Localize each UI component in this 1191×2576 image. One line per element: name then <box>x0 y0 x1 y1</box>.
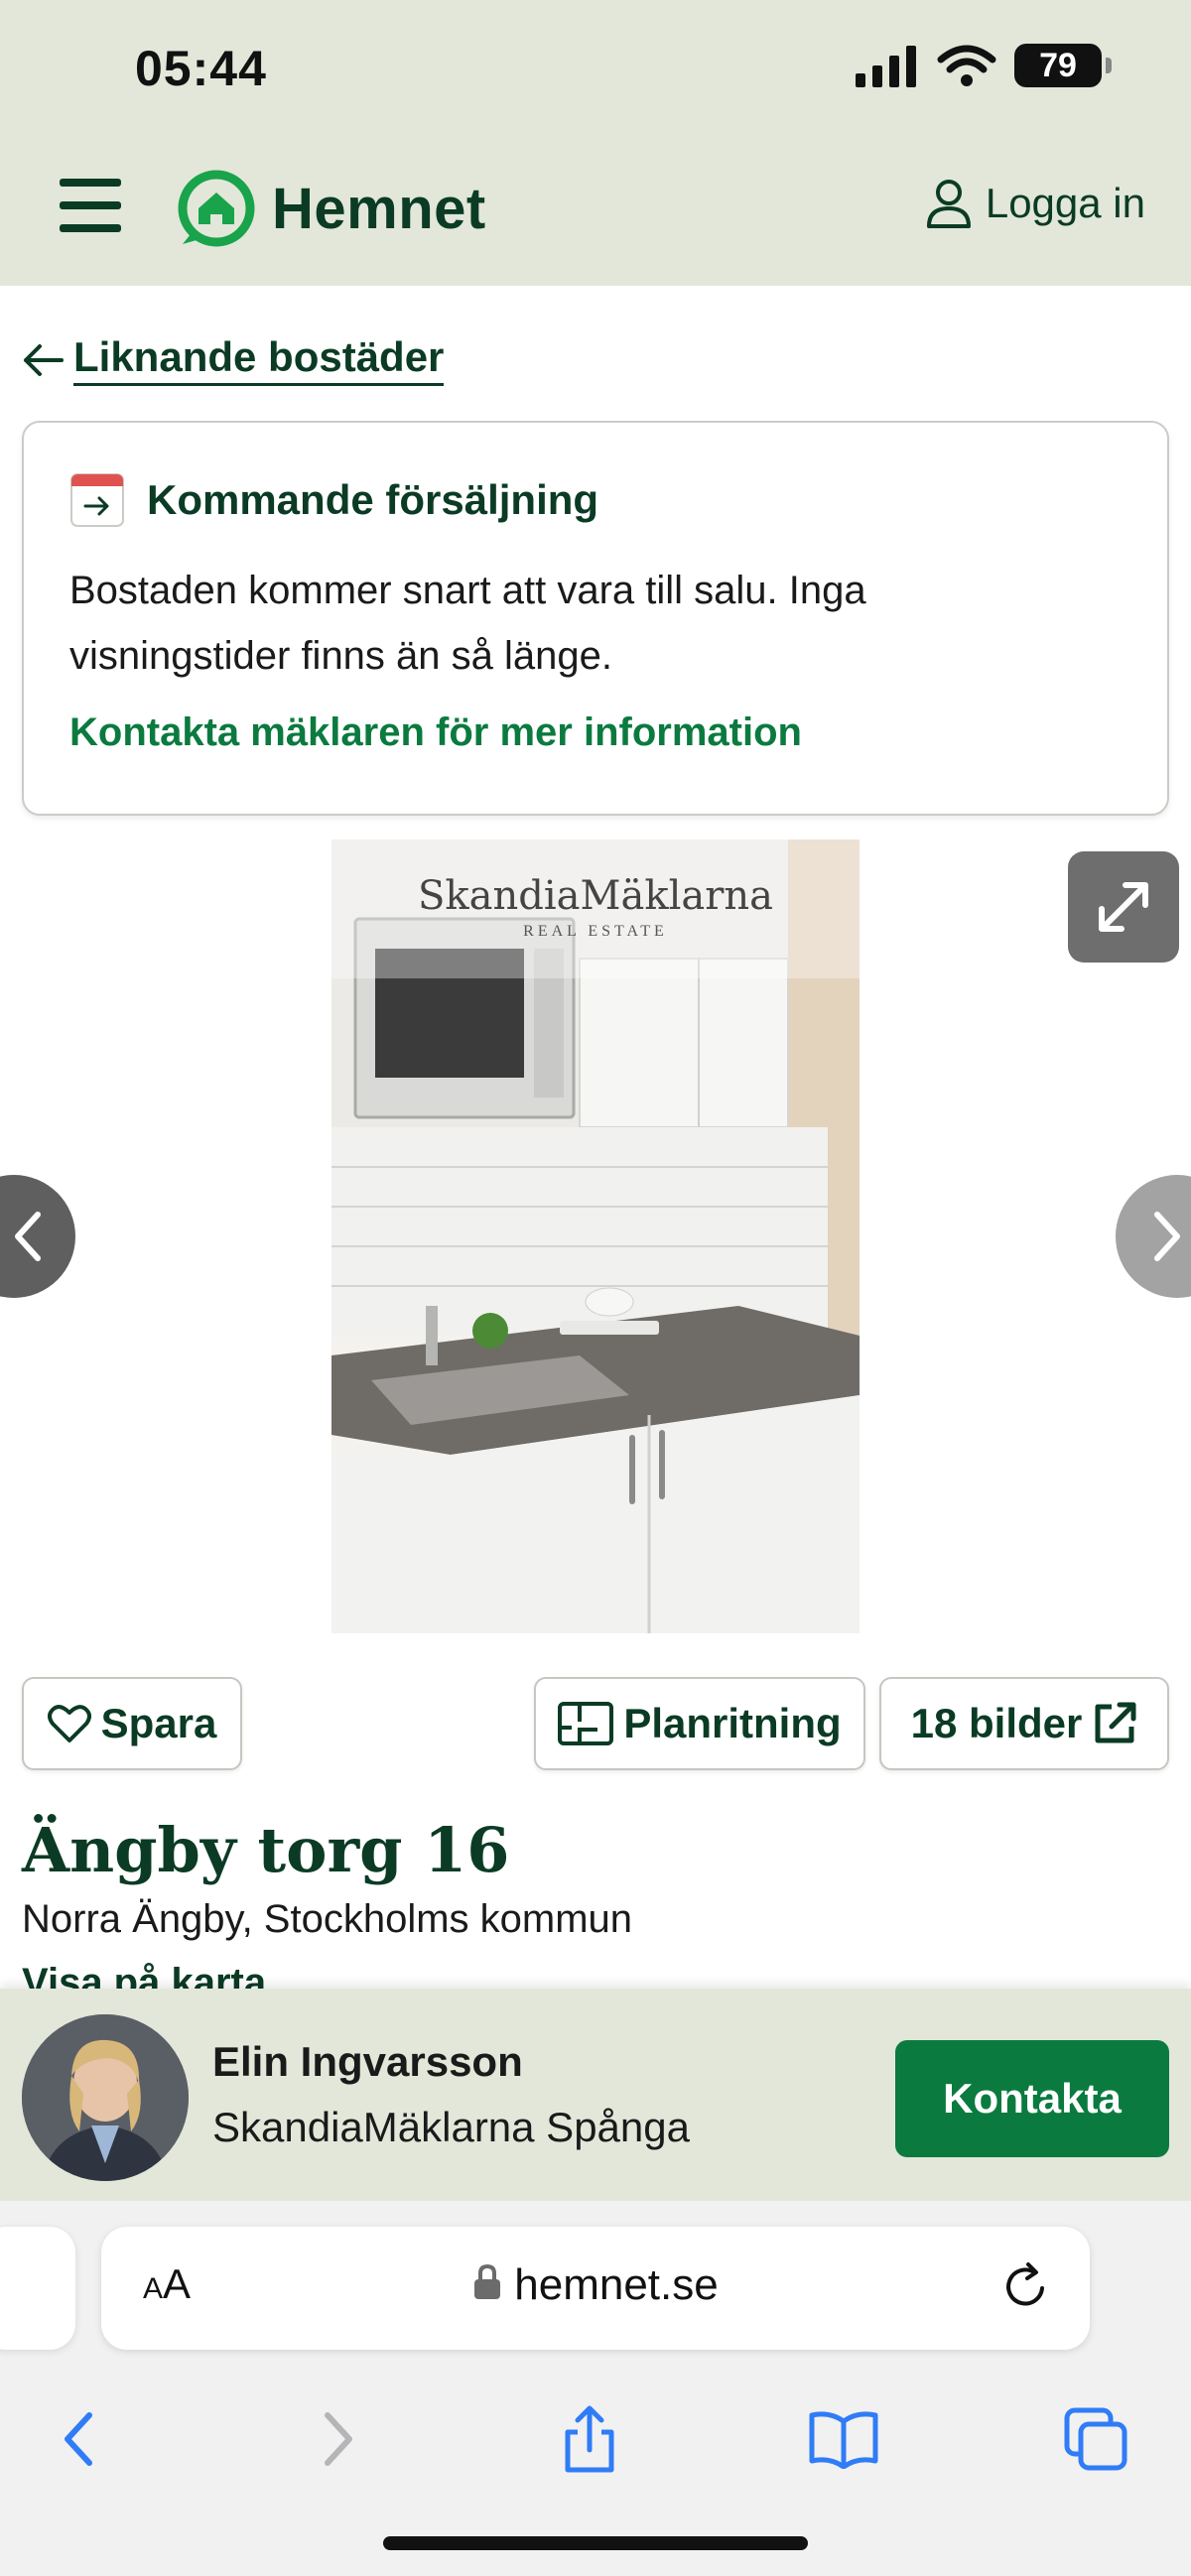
book-icon <box>809 2411 878 2469</box>
top-area: 05:44 79 Hemnet Logga in <box>0 0 1191 286</box>
photos-label: 18 bilder <box>910 1700 1083 1746</box>
agent-office: SkandiaMäklarna Spånga <box>212 2104 690 2150</box>
home-indicator <box>383 2536 808 2550</box>
hemnet-logo[interactable]: Hemnet <box>177 169 486 248</box>
browser-chrome: AA hemnet.se <box>0 2201 1191 2576</box>
reload-icon[interactable] <box>998 2258 1054 2314</box>
url-display: hemnet.se <box>101 2260 1090 2310</box>
hemnet-house-icon <box>178 170 255 247</box>
heart-icon <box>47 1705 91 1742</box>
fullscreen-button[interactable] <box>1068 851 1179 963</box>
cellular-signal-icon <box>856 46 916 87</box>
agent-portrait <box>22 2014 189 2181</box>
contact-agent-info-link[interactable]: Kontakta mäklaren för mer information <box>69 710 1122 755</box>
watermark-sub: REAL ESTATE <box>523 923 668 940</box>
wifi-icon <box>937 45 996 86</box>
agent-avatar <box>22 2014 189 2181</box>
expand-icon <box>1099 882 1148 932</box>
logo-text: Hemnet <box>272 176 486 241</box>
chevron-right-icon <box>1154 1212 1180 1261</box>
save-button[interactable]: Spara <box>22 1677 242 1770</box>
floorplan-label: Planritning <box>623 1700 842 1746</box>
watermark-brand: SkandiaMäklarna <box>418 873 773 919</box>
listing-address: Ängby torg 16 <box>22 1814 510 1886</box>
previous-tab-preview[interactable] <box>0 2227 75 2350</box>
bookmarks-button[interactable] <box>804 2399 883 2479</box>
battery-level: 79 <box>1039 46 1077 84</box>
kitchen-illustration <box>331 839 860 1633</box>
url-text: hemnet.se <box>514 2260 719 2309</box>
sale-title: Kommande försäljning <box>147 476 599 523</box>
status-icons: 79 <box>856 44 1112 87</box>
battery-indicator: 79 <box>1014 44 1112 87</box>
floorplan-button[interactable]: Planritning <box>534 1677 865 1770</box>
chevron-left-icon <box>15 1212 41 1261</box>
chevron-left-icon <box>65 2412 92 2466</box>
share-button[interactable] <box>550 2399 629 2479</box>
contact-button[interactable]: Kontakta <box>895 2040 1169 2157</box>
all-photos-button[interactable]: 18 bilder <box>879 1677 1169 1770</box>
tabs-icon <box>1064 2407 1127 2471</box>
upcoming-sale-card: Kommande försäljning Bostaden kommer sna… <box>22 421 1169 816</box>
menu-button[interactable] <box>60 179 121 234</box>
gallery-prev-button[interactable] <box>0 1175 75 1298</box>
gallery-next-button[interactable] <box>1116 1175 1191 1298</box>
external-link-icon <box>1095 1702 1136 1743</box>
similar-homes-label: Liknande bostäder <box>73 333 445 386</box>
lock-icon <box>474 2263 501 2299</box>
address-bar[interactable]: AA hemnet.se <box>101 2227 1090 2350</box>
kitchen-photo[interactable]: SkandiaMäklarna REAL ESTATE <box>331 839 860 1633</box>
floorplan-icon <box>558 1702 614 1745</box>
sale-description: Bostaden kommer snart att vara till salu… <box>69 569 866 678</box>
save-label: Spara <box>100 1700 217 1746</box>
status-time: 05:44 <box>135 41 267 96</box>
listing-area: Norra Ängby, Stockholms kommun <box>22 1897 633 1941</box>
login-label: Logga in <box>985 180 1145 226</box>
tabs-button[interactable] <box>1056 2399 1135 2479</box>
browser-toolbar <box>0 2399 1191 2499</box>
share-icon <box>565 2405 614 2473</box>
login-button[interactable]: Logga in <box>926 179 1145 228</box>
site-header: Hemnet Logga in <box>0 149 1191 268</box>
watermark: SkandiaMäklarna REAL ESTATE <box>331 873 860 941</box>
user-icon <box>926 180 971 228</box>
chevron-right-icon <box>325 2412 352 2466</box>
calendar-arrow-icon <box>70 473 124 527</box>
agent-contact-bar: Elin Ingvarsson SkandiaMäklarna Spånga K… <box>0 1989 1191 2201</box>
browser-forward-button[interactable] <box>298 2399 377 2479</box>
arrow-left-icon <box>24 343 64 376</box>
sale-title-row: Kommande försäljning <box>69 472 1122 528</box>
agent-name: Elin Ingvarsson <box>212 2038 523 2085</box>
browser-back-button[interactable] <box>40 2399 119 2479</box>
image-gallery: SkandiaMäklarna REAL ESTATE <box>0 839 1191 1633</box>
similar-homes-link[interactable]: Liknande bostäder <box>22 333 445 386</box>
